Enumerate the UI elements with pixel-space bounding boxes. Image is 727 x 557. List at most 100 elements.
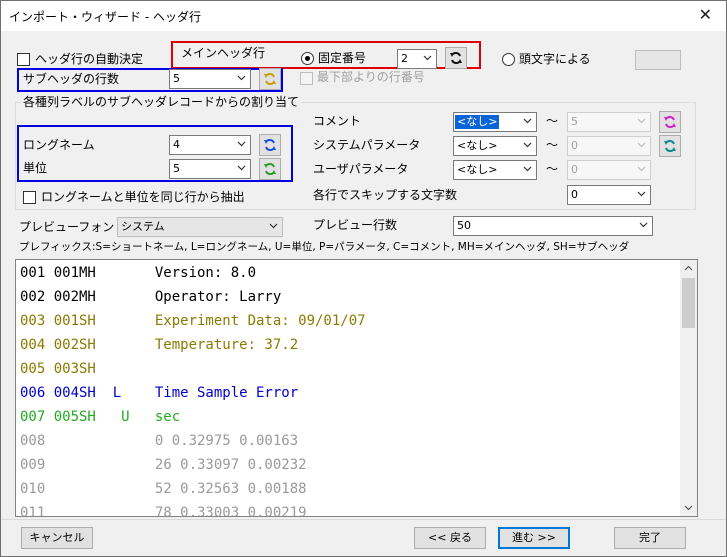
skip-chars-label: 各行でスキップする文字数 (313, 188, 458, 202)
preview-line: 001 001MH Version: 8.0 (20, 265, 257, 281)
chevron-down-icon (523, 118, 532, 124)
unit-value: 5 (173, 162, 180, 175)
main-header-value: 2 (401, 52, 408, 65)
sysparam-to-combo[interactable]: 0 (567, 136, 651, 156)
refresh-icon (664, 140, 676, 152)
title-bar: インポート・ウィザード - ヘッダ行 ✕ (1, 1, 726, 31)
preview-scrollbar[interactable] (680, 260, 697, 516)
refresh-subheader-button[interactable] (259, 68, 281, 90)
userparam-to-combo[interactable]: 0 (567, 160, 651, 180)
button-bar: キャンセル << 戻る 進む >> 完了 (1, 519, 726, 556)
comment-to-combo[interactable]: 5 (567, 112, 651, 132)
unit-combo[interactable]: 5 (169, 159, 251, 179)
preview-font-label: プレビューフォント (19, 220, 127, 234)
refresh-longname-button[interactable] (259, 134, 281, 156)
preview-text-area[interactable]: 001 001MH Version: 8.0 002 002MH Operator… (15, 259, 698, 517)
refresh-icon (264, 73, 276, 85)
comment-label: コメント (313, 114, 362, 128)
close-icon[interactable]: ✕ (699, 6, 712, 24)
refresh-unit-button[interactable] (259, 158, 281, 180)
preview-line: 005 003SH (20, 361, 96, 377)
auto-header-checkbox[interactable] (17, 53, 30, 66)
fixed-number-label: 固定番号 (318, 51, 367, 65)
refresh-comment-button[interactable] (659, 111, 681, 133)
preview-lines-value: 50 (457, 219, 471, 232)
skip-chars-combo[interactable]: 0 (567, 185, 651, 205)
radio-selected-dot (305, 56, 310, 61)
auto-header-label: ヘッダ行の自動決定 (35, 52, 144, 66)
preview-line: 010 52 0.32563 0.00188 (20, 481, 307, 497)
comment-tilde: 〜 (546, 114, 559, 128)
chevron-down-icon (637, 191, 646, 197)
subheader-count-label: サブヘッダの行数 (23, 72, 120, 86)
longname-unit-highlight (17, 125, 293, 182)
chevron-down-icon (237, 75, 246, 81)
userparam-value: <なし> (457, 163, 498, 176)
sysparam-combo[interactable]: <なし> (453, 136, 537, 156)
comment-to-value: 5 (571, 115, 578, 128)
comment-combo[interactable]: <なし> (453, 112, 537, 132)
first-char-input[interactable] (635, 50, 681, 70)
from-bottom-label: 最下部よりの行番号 (317, 70, 425, 84)
refresh-icon (264, 139, 276, 151)
subheader-count-value: 5 (173, 72, 180, 85)
userparam-tilde: 〜 (546, 162, 559, 176)
same-row-checkbox[interactable] (23, 191, 36, 204)
scroll-down-icon[interactable] (684, 505, 693, 511)
unit-label: 単位 (23, 161, 48, 175)
fixed-number-radio[interactable] (301, 52, 314, 65)
sysparam-to-value: 0 (571, 139, 578, 152)
sysparam-tilde: 〜 (546, 138, 559, 152)
preview-line: 004 002SH Temperature: 37.2 (20, 337, 299, 353)
userparam-to-value: 0 (571, 163, 578, 176)
scrollbar-thumb[interactable] (682, 278, 695, 328)
preview-line: 006 004SH L Time Sample Error (20, 385, 299, 401)
assignment-group-label: 各種列ラベルのサブヘッダレコードからの割り当て (21, 94, 302, 110)
back-button[interactable]: << 戻る (414, 527, 486, 549)
preview-line: 007 005SH U sec (20, 409, 181, 425)
refresh-sysparam-button[interactable] (659, 135, 681, 157)
sysparam-label: システムパラメータ (313, 138, 421, 152)
next-button[interactable]: 進む >> (498, 527, 570, 549)
chevron-down-icon (523, 142, 532, 148)
skip-chars-value: 0 (571, 188, 578, 201)
chevron-down-icon (637, 166, 646, 172)
sysparam-value: <なし> (457, 139, 498, 152)
first-char-label: 頭文字による (519, 52, 591, 66)
refresh-icon (450, 52, 462, 64)
preview-lines-combo[interactable]: 50 (453, 216, 653, 236)
refresh-main-header-button[interactable] (445, 47, 467, 69)
preview-font-value: システム (121, 220, 165, 233)
prefix-legend: プレフィックス:S=ショートネーム, L=ロングネーム, U=単位, P=パラメ… (19, 241, 630, 253)
refresh-icon (664, 116, 676, 128)
import-wizard-window: インポート・ウィザード - ヘッダ行 ✕ ヘッダ行の自動決定 メインヘッダ行 固… (0, 0, 727, 557)
longname-combo[interactable]: 4 (169, 135, 251, 155)
first-char-radio[interactable] (502, 53, 515, 66)
preview-line: 003 001SH Experiment Data: 09/01/07 (20, 313, 366, 329)
subheader-count-combo[interactable]: 5 (169, 69, 251, 89)
chevron-down-icon (639, 222, 648, 228)
preview-line: 011 78 0.33003 0.00219 (20, 505, 307, 517)
same-row-label: ロングネームと単位を同じ行から抽出 (41, 190, 245, 204)
userparam-label: ユーザパラメータ (313, 162, 409, 176)
window-title: インポート・ウィザード - ヘッダ行 (9, 10, 201, 24)
finish-button[interactable]: 完了 (614, 527, 686, 549)
userparam-combo[interactable]: <なし> (453, 160, 537, 180)
chevron-down-icon (269, 223, 278, 229)
preview-font-combo[interactable]: システム (117, 217, 283, 237)
cancel-button[interactable]: キャンセル (21, 527, 93, 549)
preview-line: 002 002MH Operator: Larry (20, 289, 282, 305)
chevron-down-icon (637, 142, 646, 148)
scroll-up-icon[interactable] (684, 265, 693, 271)
chevron-down-icon (237, 141, 246, 147)
chevron-down-icon (423, 55, 432, 61)
from-bottom-checkbox[interactable] (300, 72, 313, 85)
preview-lines-label: プレビュー行数 (313, 218, 398, 232)
comment-value: <なし> (455, 115, 500, 129)
refresh-icon (264, 163, 276, 175)
main-header-combo[interactable]: 2 (397, 49, 437, 69)
main-header-label: メインヘッダ行 (181, 46, 266, 60)
chevron-down-icon (237, 165, 246, 171)
preview-line: 008 0 0.32975 0.00163 (20, 433, 299, 449)
chevron-down-icon (637, 118, 646, 124)
